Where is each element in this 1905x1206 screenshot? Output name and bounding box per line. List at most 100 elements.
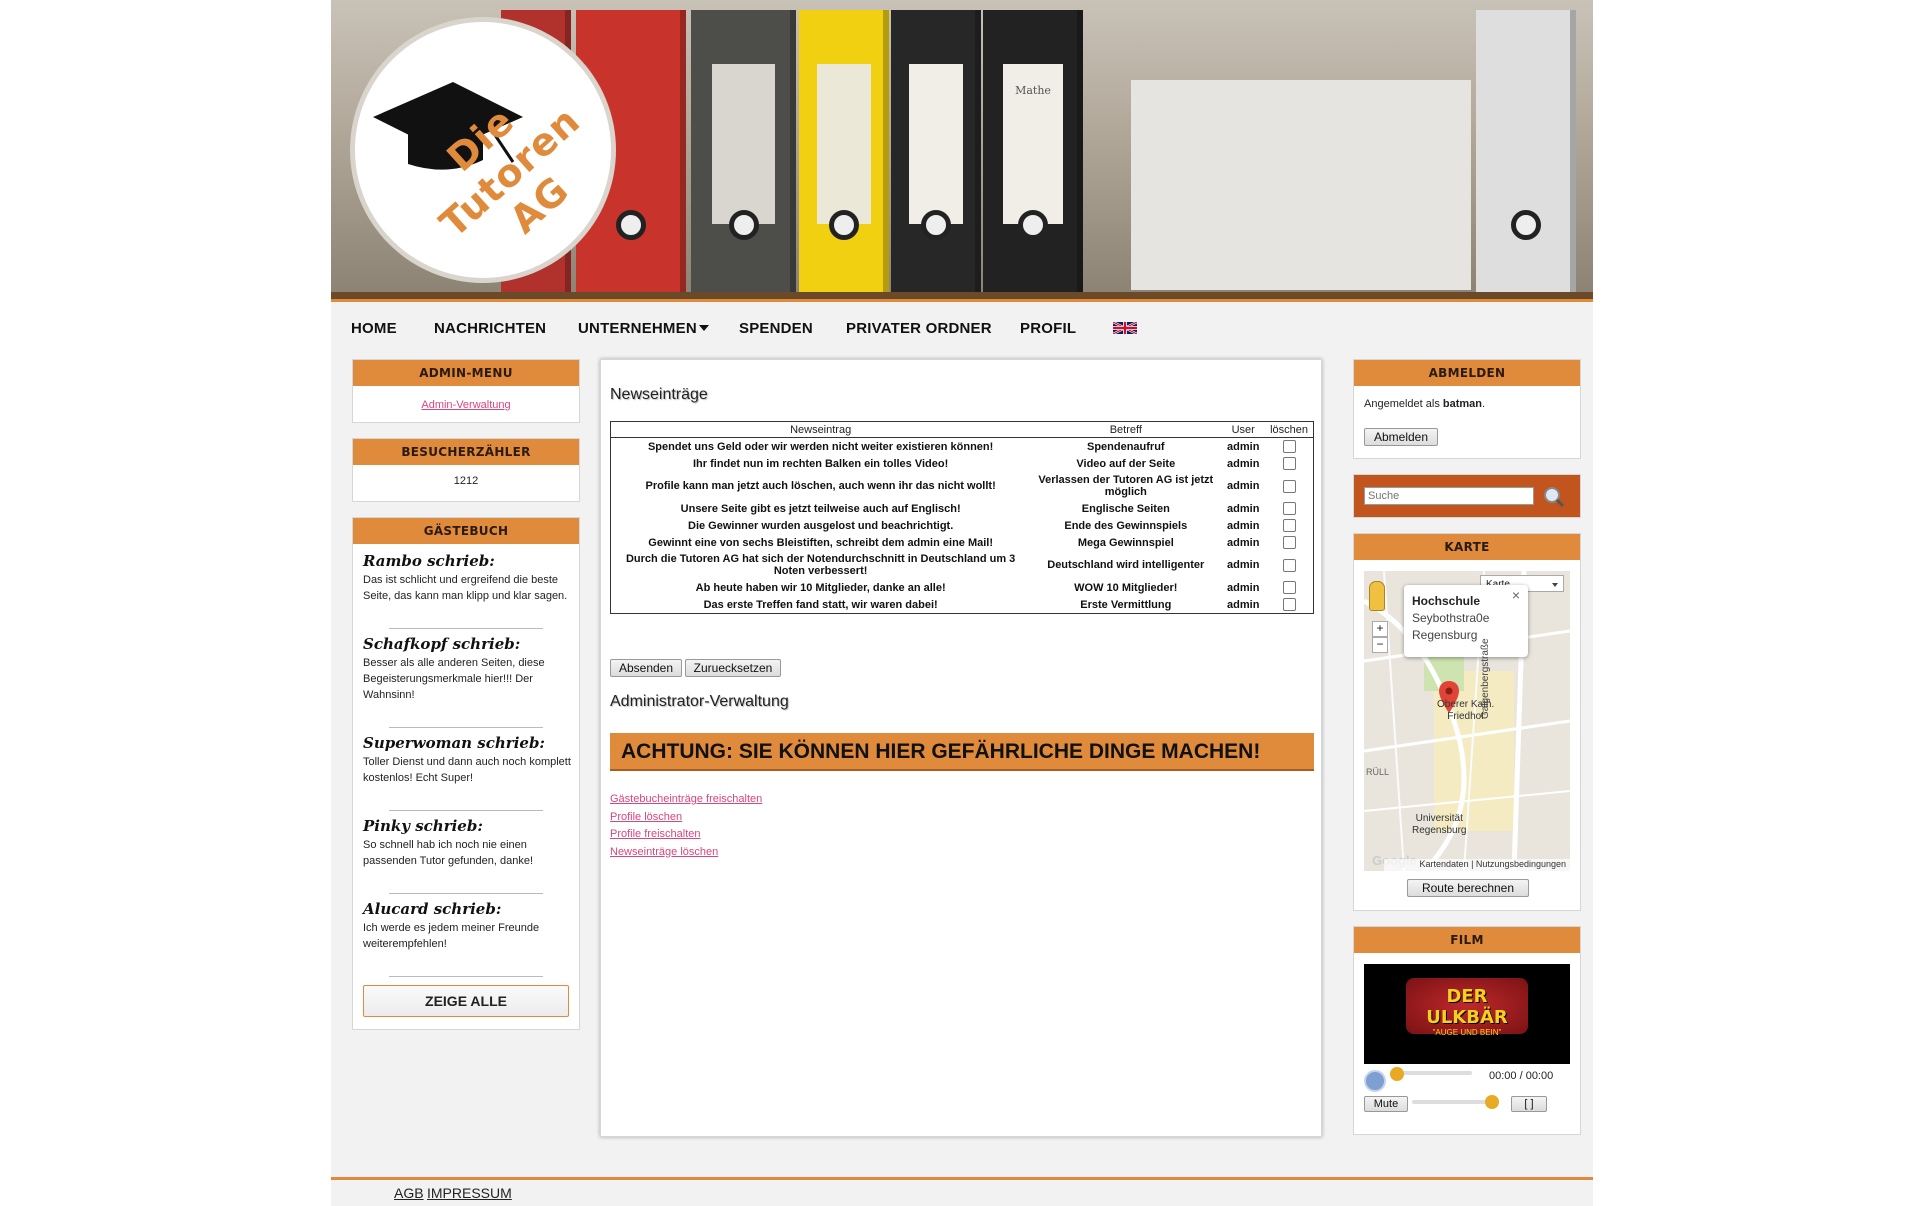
news-user-cell: admin — [1227, 480, 1260, 492]
table-row: Spendet uns Geld oder wir werden nicht w… — [611, 438, 1314, 456]
binder-gray — [691, 10, 796, 292]
delete-cell — [1265, 500, 1313, 517]
fullscreen-button[interactable]: [ ] — [1511, 1096, 1547, 1112]
map-attribution: Kartendaten | Nutzungsbedingungen — [1384, 859, 1570, 871]
nav-unternehmen[interactable]: Unternehmen — [578, 320, 697, 337]
admin-link-delete-news[interactable]: Newseinträge löschen — [610, 846, 718, 858]
admin-link-delete-profiles[interactable]: Profile löschen — [610, 811, 682, 823]
video-subtitle: "AUGE UND BEIN" — [1432, 1028, 1502, 1037]
place-name: Regensburg — [1412, 825, 1467, 836]
search-box — [1353, 474, 1581, 518]
guestbook-entry: Superwoman schrieb: Toller Dienst und da… — [363, 734, 573, 786]
video-logo-text: DER ULKBÄR — [1426, 986, 1508, 1028]
admin-menu-title: Admin-Menu — [353, 360, 579, 386]
admin-link-activate-profiles[interactable]: Profile freischalten — [610, 828, 701, 840]
video-thumbnail: DER ULKBÄR "AUGE UND BEIN" — [1406, 978, 1528, 1037]
delete-cell — [1265, 517, 1313, 534]
seek-bar[interactable] — [1392, 1071, 1472, 1075]
uk-flag-icon[interactable] — [1113, 322, 1137, 334]
delete-checkbox[interactable] — [1282, 519, 1296, 532]
news-entry-cell: Gewinnt eine von sechs Bleistiften, schr… — [648, 536, 994, 549]
logged-in-prefix: Angemeldet als — [1364, 398, 1443, 410]
divider — [389, 628, 543, 629]
delete-checkbox[interactable] — [1282, 502, 1296, 515]
news-subject-cell: Verlassen der Tutoren AG ist jetzt mögli… — [1038, 474, 1214, 498]
delete-checkbox[interactable] — [1282, 581, 1296, 594]
volume-bar[interactable] — [1412, 1100, 1492, 1104]
agb-link[interactable]: AGB — [394, 1185, 424, 1201]
column-header: löschen — [1265, 421, 1314, 438]
logo: Die Tutoren AG — [355, 22, 611, 278]
shelf — [331, 292, 1593, 299]
route-button[interactable]: Route berechnen — [1407, 879, 1529, 897]
admin-verwaltung-link[interactable]: Admin-Verwaltung — [421, 399, 510, 411]
attribution-link[interactable]: Kartendaten — [1420, 859, 1469, 869]
news-subject-cell: Video auf der Seite — [1076, 457, 1176, 470]
visitor-count: 1212 — [453, 475, 479, 487]
binder-black — [891, 10, 981, 292]
logout-title: Abmelden — [1354, 360, 1580, 386]
attribution-link[interactable]: Nutzungsbedingungen — [1476, 859, 1566, 869]
news-user-cell: admin — [1227, 519, 1260, 532]
guestbook-author: Pinky schrieb: — [363, 817, 483, 835]
guestbook-entry: Pinky schrieb: So schnell hab ich noch n… — [363, 817, 573, 869]
pegman-icon[interactable] — [1369, 581, 1385, 611]
admin-links: Gästebucheinträge freischalten Profile l… — [610, 790, 762, 860]
delete-cell — [1265, 534, 1313, 551]
map-popup-line: Seybothstra0e — [1412, 611, 1490, 625]
delete-checkbox[interactable] — [1282, 479, 1296, 493]
show-all-button[interactable]: ZEIGE ALLE — [363, 985, 569, 1017]
guestbook-author: Superwoman schrieb: — [363, 734, 545, 752]
submit-button[interactable]: Absenden — [610, 659, 682, 677]
google-map[interactable]: + − Karte Hochschule Seybothstra0e Regen… — [1364, 571, 1570, 871]
delete-checkbox[interactable] — [1282, 598, 1296, 611]
main-navigation: Home Nachrichten Unternehmen Spenden Pri… — [331, 302, 1593, 350]
mute-button[interactable]: Mute — [1364, 1096, 1408, 1112]
delete-checkbox[interactable] — [1282, 558, 1296, 572]
delete-checkbox[interactable] — [1282, 457, 1296, 470]
delete-cell — [1265, 596, 1313, 614]
guestbook-text: Toller Dienst und dann auch noch komplet… — [363, 756, 571, 784]
news-subject-cell: Englische Seiten — [1081, 502, 1170, 515]
volume-handle[interactable] — [1485, 1095, 1499, 1109]
area-label: RÜLL — [1366, 767, 1390, 777]
nav-nachrichten[interactable]: Nachrichten — [434, 320, 546, 337]
delete-cell — [1265, 455, 1313, 472]
binder-black-2: Mathe — [983, 10, 1083, 292]
nav-profil[interactable]: Profil — [1020, 320, 1076, 337]
table-header: Newseintrag Betreff User löschen — [610, 421, 1314, 438]
visitor-counter-title: Besucherzähler — [353, 439, 579, 465]
table-row: Das erste Treffen fand statt, wir waren … — [611, 596, 1314, 614]
zoom-out-button[interactable]: − — [1372, 637, 1388, 653]
close-icon[interactable]: × — [1512, 587, 1520, 604]
guestbook-text: Besser als alle anderen Seiten, diese Be… — [363, 657, 545, 701]
nav-home[interactable]: Home — [351, 320, 397, 337]
logged-in-text: Angemeldet als batman. — [1364, 398, 1485, 410]
video-player[interactable]: DER ULKBÄR "AUGE UND BEIN" — [1364, 964, 1570, 1064]
news-heading: Newseinträge — [610, 386, 708, 403]
reset-button[interactable]: Zuruecksetzen — [685, 659, 781, 677]
nav-spenden[interactable]: Spenden — [739, 320, 813, 337]
map-title: Karte — [1354, 534, 1580, 560]
zoom-in-button[interactable]: + — [1372, 621, 1388, 637]
delete-checkbox[interactable] — [1282, 440, 1296, 453]
delete-cell — [1265, 551, 1313, 579]
nav-privater-ordner[interactable]: Privater Ordner — [846, 320, 992, 337]
table-row: Unsere Seite gibt es jetzt teilweise auc… — [611, 500, 1314, 517]
admin-link-guestbook[interactable]: Gästebucheinträge freischalten — [610, 793, 762, 805]
impressum-link[interactable]: IMPRESSUM — [427, 1185, 512, 1201]
logout-button[interactable]: Abmelden — [1364, 428, 1438, 446]
delete-checkbox[interactable] — [1282, 536, 1296, 549]
street-label: Galgenbergstraße — [1480, 638, 1491, 719]
news-user-cell: admin — [1227, 502, 1260, 515]
column-header: User — [1221, 421, 1266, 438]
delete-cell — [1265, 579, 1313, 596]
search-input[interactable] — [1364, 487, 1534, 505]
guestbook-box: Gästebuch Rambo schrieb: Das ist schlich… — [352, 517, 580, 1030]
chevron-down-icon[interactable] — [699, 325, 709, 331]
seek-handle[interactable] — [1390, 1067, 1404, 1081]
guestbook-author: Rambo schrieb: — [363, 552, 495, 570]
play-button[interactable] — [1364, 1070, 1386, 1092]
search-icon[interactable] — [1543, 486, 1565, 508]
map-box: Karte + − Karte Hochschule — [1353, 533, 1581, 911]
